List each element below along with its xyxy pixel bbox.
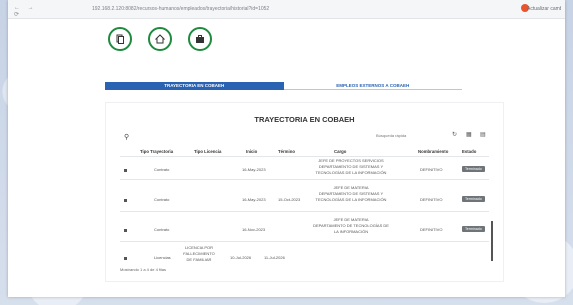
row-1-tipo: Contrato xyxy=(154,167,170,172)
row-3-inicio: 16-Nov-2023 xyxy=(242,227,266,232)
pagination-info: Mostrando 1 a 4 de 4 filas xyxy=(120,267,167,272)
row-2-tipo: Contrato xyxy=(154,197,170,202)
row-2-cargo: JEFE DE MATERIA DEPARTAMENTO DE SISTEMAS… xyxy=(315,185,387,202)
row-divider xyxy=(120,241,489,242)
table-scrollbar[interactable] xyxy=(491,221,493,261)
refresh-icon[interactable]: ↻ xyxy=(452,131,457,138)
row-1-cargo: JEFE DE PROYECTOS SERVICIOS DEPARTAMENTO… xyxy=(315,158,387,175)
briefcase-icon xyxy=(196,35,204,43)
row-expand-icon[interactable] xyxy=(124,169,127,172)
row-2-status-badge: Terminado xyxy=(462,196,485,202)
row-4-licencia: LICENCIA POR FALLECIMIENTO DE FAMILIAR xyxy=(183,245,215,262)
home-icon-button[interactable] xyxy=(148,27,172,51)
columns-icon[interactable]: ▦ xyxy=(466,131,472,138)
col-estado[interactable]: Estado xyxy=(462,149,476,154)
row-4-inicio: 10-Jul-2026 xyxy=(230,255,252,260)
table-title: TRAYECTORIA EN COBAEH xyxy=(254,115,355,124)
row-1-inicio: 16-May-2023 xyxy=(242,167,266,172)
row-3-nombramiento: DEFINITIVO xyxy=(420,227,443,232)
row-expand-icon[interactable] xyxy=(124,257,127,260)
row-3-status-badge: Terminado xyxy=(462,226,485,232)
search-icon[interactable]: ⚲ xyxy=(124,133,129,141)
row-4-termino: 11-Jul-2026 xyxy=(264,255,285,260)
row-2-inicio: 16-May-2023 xyxy=(242,197,266,202)
url-text[interactable]: 192.168.2.120:8082/recursos-humanos/empl… xyxy=(92,6,352,12)
tab-bar: TRAYECTORIA EN COBAEH EMPLEOS EXTERNOS A… xyxy=(105,82,462,90)
col-nombramiento[interactable]: Nombramiento xyxy=(418,149,448,154)
address-bar[interactable]: ← → ⟳ 192.168.2.120:8082/recursos-humano… xyxy=(8,0,565,19)
tab-empleos-externos[interactable]: EMPLEOS EXTERNOS A COBAEH xyxy=(283,82,462,90)
row-expand-icon[interactable] xyxy=(124,199,127,202)
search-input[interactable] xyxy=(374,131,442,139)
row-1-nombramiento: DEFINITIVO xyxy=(420,167,443,172)
export-icon[interactable]: ▤ xyxy=(480,131,486,138)
col-tipo-trayectoria[interactable]: Tipo Trayectoria xyxy=(140,149,173,154)
row-divider xyxy=(120,211,489,212)
row-2-termino: 15-Oct-2023 xyxy=(278,197,301,202)
browser-window: ← → ⟳ 192.168.2.120:8082/recursos-humano… xyxy=(8,0,565,297)
document-icon-button[interactable] xyxy=(108,27,132,51)
col-cargo[interactable]: Cargo xyxy=(334,149,346,154)
row-2-nombramiento: DEFINITIVO xyxy=(420,197,443,202)
row-3-tipo: Contrato xyxy=(154,227,170,232)
briefcase-icon-button[interactable] xyxy=(188,27,212,51)
home-icon xyxy=(155,34,165,44)
row-3-cargo: JEFE DE MATERIA DEPARTAMENTO DE TECNOLOG… xyxy=(313,217,389,234)
nav-buttons[interactable]: ← → ⟳ xyxy=(14,5,42,18)
col-inicio[interactable]: Inicio xyxy=(246,149,257,154)
header-divider xyxy=(120,156,489,157)
col-termino[interactable]: Término xyxy=(278,149,295,154)
row-1-status-badge: Terminado xyxy=(462,166,485,172)
row-divider xyxy=(120,179,489,180)
col-tipo-licencia[interactable]: Tipo Licencia xyxy=(194,149,221,154)
row-expand-icon[interactable] xyxy=(124,229,127,232)
trayectoria-card: TRAYECTORIA EN COBAEH ⚲ ↻ ▦ ▤ Tipo Traye… xyxy=(105,102,504,282)
tab-trayectoria[interactable]: TRAYECTORIA EN COBAEH xyxy=(105,82,284,90)
document-icon xyxy=(116,34,124,44)
row-4-tipo: Licencias xyxy=(154,255,171,260)
profile-button-label[interactable]: Actualizar cambios xyxy=(527,6,561,12)
